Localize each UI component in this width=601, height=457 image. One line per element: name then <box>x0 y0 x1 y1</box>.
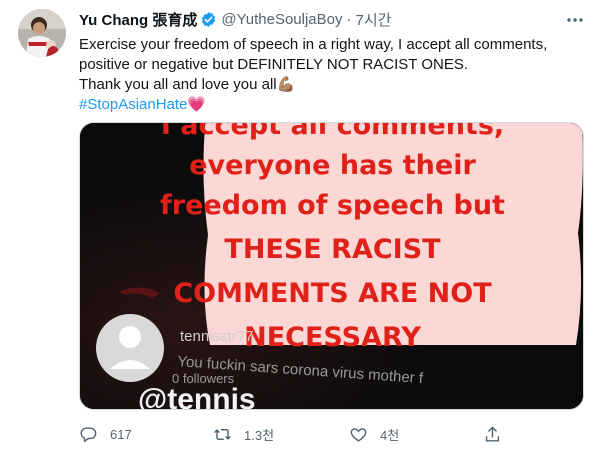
tweet-text: Exercise your freedom of speech in a rig… <box>79 35 584 115</box>
mention-text: @tennis <box>138 383 256 410</box>
share-icon <box>485 426 500 442</box>
separator-dot: · <box>346 10 352 28</box>
sticker-text-line: I accept all comments, <box>160 122 505 141</box>
tweet-card[interactable]: Yu Chang 張育成 @YutheSouljaBoy · 7시간 Exerc… <box>0 0 601 457</box>
sticker-text-line: everyone has their <box>189 150 476 181</box>
reply-count: 617 <box>110 426 132 442</box>
avatar[interactable] <box>18 9 66 57</box>
timestamp[interactable]: 7시간 <box>356 9 392 30</box>
sticker-text-line: COMMENTS ARE NOT <box>173 278 492 309</box>
action-bar: 617 1.3천 4천 <box>79 420 584 448</box>
hashtag-link[interactable]: #StopAsianHate💗 <box>79 95 584 115</box>
comment-username: tennisstr77 <box>180 328 254 345</box>
sticker-text-line: NECESSARY <box>244 322 421 353</box>
like-button[interactable]: 4천 <box>349 420 399 448</box>
sticker-text-line: THESE RACIST <box>224 234 441 265</box>
tweet-header: Yu Chang 張育成 @YutheSouljaBoy · 7시간 <box>79 9 391 29</box>
author-name[interactable]: Yu Chang 張育成 <box>79 9 197 30</box>
reply-button[interactable]: 617 <box>79 420 132 448</box>
reply-icon <box>80 426 97 442</box>
retweet-count: 1.3천 <box>244 427 275 443</box>
author-handle[interactable]: @YutheSouljaBoy <box>221 11 342 28</box>
tweet-text-line: positive or negative but DEFINITELY NOT … <box>79 56 469 73</box>
more-icon[interactable] <box>565 10 585 30</box>
retweet-icon <box>214 428 231 440</box>
tweet-text-line: Thank you all and love you all💪🏽 <box>79 76 296 93</box>
tweet-text-line: Exercise your freedom of speech in a rig… <box>79 36 548 53</box>
share-button[interactable] <box>483 420 502 448</box>
tweet-media-image[interactable]: I accept all comments, everyone has thei… <box>79 122 584 410</box>
retweet-button[interactable]: 1.3천 <box>213 420 274 448</box>
verified-badge-icon <box>200 11 217 28</box>
sticker-text-line: freedom of speech but <box>160 190 505 221</box>
like-count: 4천 <box>380 427 400 443</box>
like-icon <box>350 427 367 442</box>
